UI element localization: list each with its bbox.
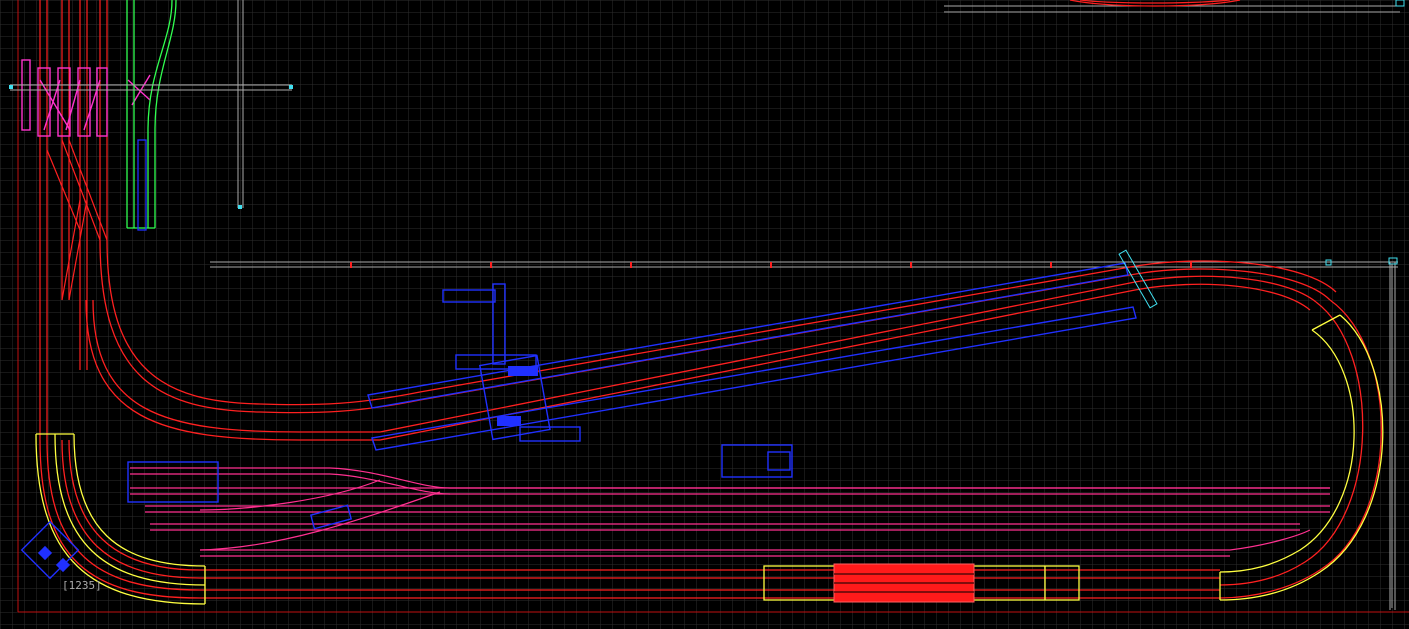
corner-tag-label: [1235] [62,579,102,592]
track-plan-canvas[interactable]: [1235] [0,0,1409,629]
station-platform[interactable] [833,563,975,603]
grid [0,0,1409,629]
